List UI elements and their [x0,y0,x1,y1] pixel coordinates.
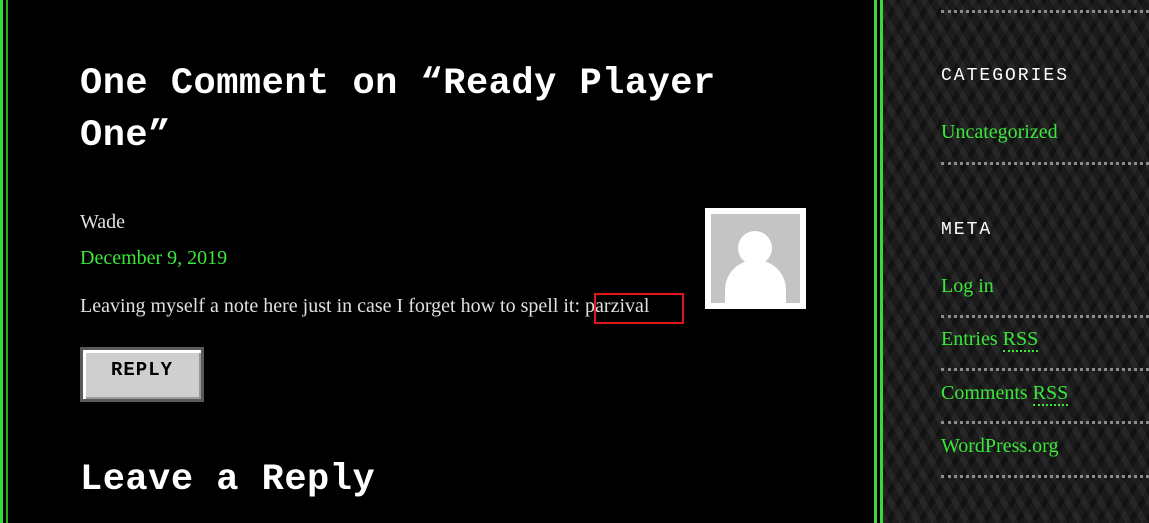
dotted-divider [941,162,1149,165]
dotted-divider [941,368,1149,371]
meta-link-comments-rss[interactable]: Comments RSS [941,382,1069,406]
sidebar-border-line [874,0,877,523]
dotted-divider [941,475,1149,478]
left-border-line-inner [6,0,8,523]
comment-text: Leaving myself a note here just in case … [80,295,650,317]
comments-title: One Comment on “Ready Player One” [80,63,716,157]
rss-abbr: RSS [1002,328,1039,352]
dotted-divider [941,315,1149,318]
meta-link-entries-rss[interactable]: Entries RSS [941,328,1039,352]
left-border-line [0,0,3,523]
comment-author: Wade [80,211,126,233]
categories-widget-title: CATEGORIES [941,66,1070,86]
avatar-body-shape [725,260,786,303]
reply-button[interactable]: REPLY [80,347,204,402]
sidebar: CATEGORIES Uncategorized META Log in Ent… [883,0,1149,523]
rss-abbr: RSS [1032,382,1069,406]
comments-label: Comments [941,382,1033,404]
meta-widget-title: META [941,220,993,240]
dotted-divider [941,10,1149,13]
dotted-divider [941,421,1149,424]
avatar [705,208,806,309]
entries-label: Entries [941,328,1003,350]
category-link-uncategorized[interactable]: Uncategorized [941,121,1058,144]
default-user-avatar-icon [711,214,800,303]
meta-link-login[interactable]: Log in [941,275,994,298]
main-content: One Comment on “Ready Player One” Wade D… [0,0,874,523]
meta-link-wordpress[interactable]: WordPress.org [941,435,1058,458]
comment-date-link[interactable]: December 9, 2019 [80,247,227,270]
leave-reply-title: Leave a Reply [80,459,376,501]
highlight-box [594,293,684,324]
